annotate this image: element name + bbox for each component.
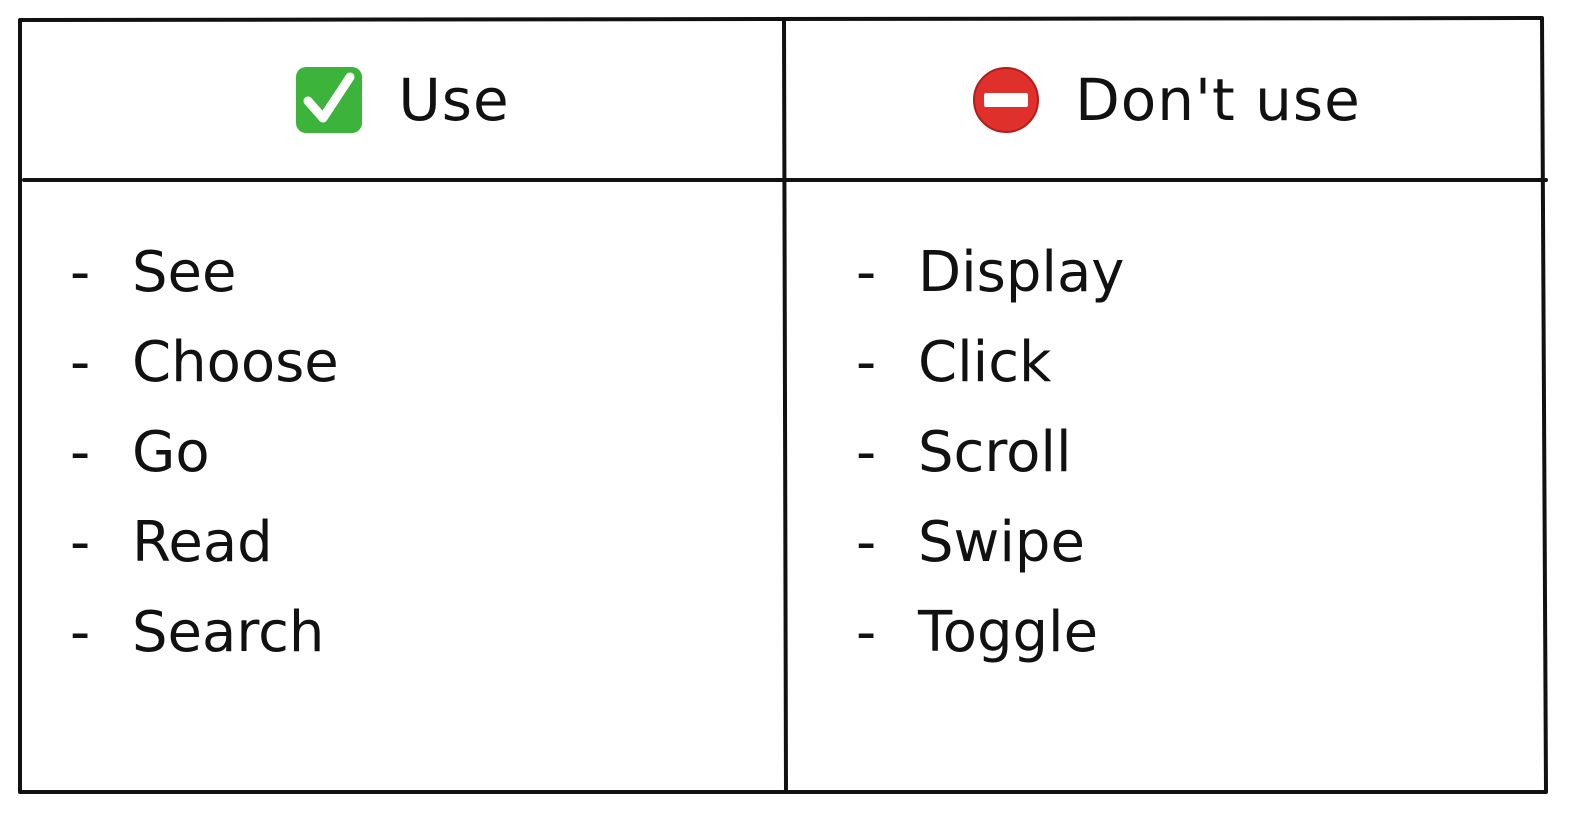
header-dont-use: Don't use xyxy=(786,55,1546,145)
list-item: - Read xyxy=(70,498,339,588)
list-item-label: Display xyxy=(918,240,1125,305)
list-item: - Scroll xyxy=(856,408,1124,498)
list-item-label: Read xyxy=(132,510,273,575)
list-item: - Go xyxy=(70,408,339,498)
bullet: - xyxy=(70,510,91,575)
bullet: - xyxy=(70,420,91,485)
bullet: - xyxy=(856,600,877,665)
list-item-label: Scroll xyxy=(918,420,1072,485)
use-list: - See - Choose - Go - Read - Search xyxy=(70,228,339,678)
dont-use-list: - Display - Click - Scroll - Swipe - Toggle xyxy=(856,228,1124,678)
bullet: - xyxy=(856,330,877,395)
list-item-label: Search xyxy=(132,600,325,665)
list-item-label: Choose xyxy=(132,330,339,395)
list-item: - Display xyxy=(856,228,1124,318)
list-item-label: See xyxy=(132,240,237,305)
list-item: - Swipe xyxy=(856,498,1124,588)
bullet: - xyxy=(70,240,91,305)
bullet: - xyxy=(856,240,877,305)
list-item-label: Toggle xyxy=(918,600,1099,665)
list-item-label: Click xyxy=(918,330,1052,395)
no-entry-icon xyxy=(971,65,1041,135)
header-title-dont-use: Don't use xyxy=(1075,66,1361,134)
list-item: - Click xyxy=(856,318,1124,408)
check-mark-button-icon xyxy=(294,65,364,135)
header-title-use: Use xyxy=(398,66,510,134)
bullet: - xyxy=(70,330,91,395)
list-item-label: Swipe xyxy=(918,510,1085,575)
list-item: - Toggle xyxy=(856,588,1124,678)
header-use: Use xyxy=(22,55,782,145)
bullet: - xyxy=(856,510,877,575)
list-item: - Choose xyxy=(70,318,339,408)
list-item: - See xyxy=(70,228,339,318)
list-item: - Search xyxy=(70,588,339,678)
bullet: - xyxy=(856,420,877,485)
list-item-label: Go xyxy=(132,420,210,485)
bullet: - xyxy=(70,600,91,665)
